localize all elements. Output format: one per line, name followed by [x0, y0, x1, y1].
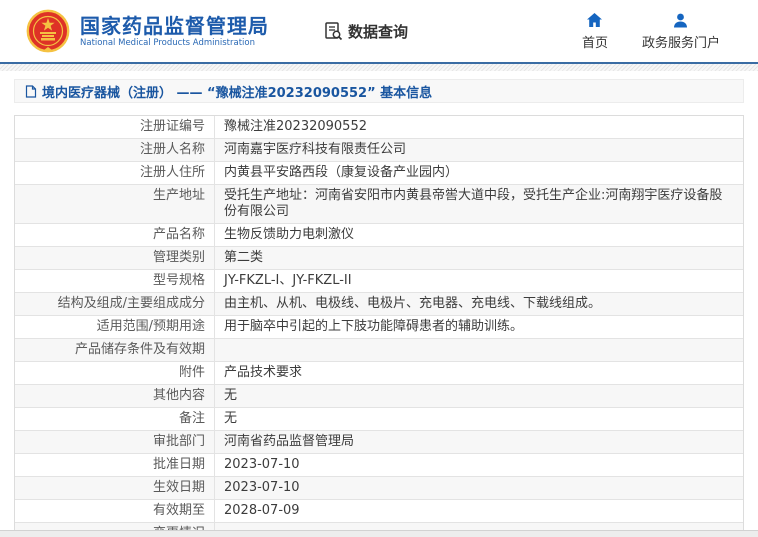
row-label: 审批部门: [15, 431, 215, 453]
breadcrumb: 境内医疗器械（注册） —— “豫械注准20232090552” 基本信息: [14, 79, 744, 103]
row-value: 2023-07-10: [215, 477, 743, 499]
table-row: 产品储存条件及有效期: [15, 339, 743, 362]
info-table-body: 注册证编号豫械注准20232090552注册人名称河南嘉宇医疗科技有限责任公司注…: [15, 116, 743, 537]
row-label: 型号规格: [15, 270, 215, 292]
row-value: 由主机、从机、电极线、电极片、充电器、充电线、下载线组成。: [215, 293, 743, 315]
table-row: 备注无: [15, 408, 743, 431]
row-value: 河南嘉宇医疗科技有限责任公司: [215, 139, 743, 161]
site-logo[interactable]: 国家药品监督管理局 National Medical Products Admi…: [26, 9, 269, 53]
row-value: 第二类: [215, 247, 743, 269]
row-label: 备注: [15, 408, 215, 430]
row-label: 注册人名称: [15, 139, 215, 161]
nav-gov-portal[interactable]: 政务服务门户: [642, 12, 720, 51]
row-value: 2028-07-09: [215, 500, 743, 522]
table-row: 适用范围/预期用途用于脑卒中引起的上下肢功能障碍患者的辅助训练。: [15, 316, 743, 339]
document-icon: [25, 85, 37, 98]
row-label: 注册人住所: [15, 162, 215, 184]
row-value: 无: [215, 408, 743, 430]
row-label: 结构及组成/主要组成成分: [15, 293, 215, 315]
site-title: 国家药品监督管理局: [80, 14, 269, 38]
row-value: JY-FKZL-I、JY-FKZL-II: [215, 270, 743, 292]
row-label: 注册证编号: [15, 116, 215, 138]
row-value: 生物反馈助力电刺激仪: [215, 224, 743, 246]
table-row: 批准日期2023-07-10: [15, 454, 743, 477]
home-icon: [586, 12, 603, 29]
page: 国家药品监督管理局 National Medical Products Admi…: [0, 0, 758, 537]
row-label: 批准日期: [15, 454, 215, 476]
table-row: 注册人名称河南嘉宇医疗科技有限责任公司: [15, 139, 743, 162]
site-title-block: 国家药品监督管理局 National Medical Products Admi…: [80, 14, 269, 49]
nav-home[interactable]: 首页: [582, 12, 608, 51]
national-emblem-icon: [26, 9, 70, 53]
table-row: 结构及组成/主要组成成分由主机、从机、电极线、电极片、充电器、充电线、下载线组成…: [15, 293, 743, 316]
row-value: [215, 339, 743, 361]
row-label: 生效日期: [15, 477, 215, 499]
table-row: 生产地址受托生产地址：河南省安阳市内黄县帝喾大道中段，受托生产企业:河南翔宇医疗…: [15, 185, 743, 224]
row-label: 附件: [15, 362, 215, 384]
table-row: 管理类别第二类: [15, 247, 743, 270]
row-value: 无: [215, 385, 743, 407]
table-row: 注册人住所内黄县平安路西段（康复设备产业园内）: [15, 162, 743, 185]
table-row: 其他内容无: [15, 385, 743, 408]
row-value: 2023-07-10: [215, 454, 743, 476]
row-value: 用于脑卒中引起的上下肢功能障碍患者的辅助训练。: [215, 316, 743, 338]
row-value: 豫械注准20232090552: [215, 116, 743, 138]
table-row: 型号规格JY-FKZL-I、JY-FKZL-II: [15, 270, 743, 293]
row-value: 受托生产地址：河南省安阳市内黄县帝喾大道中段，受托生产企业:河南翔宇医疗设备股份…: [215, 185, 743, 223]
row-label: 生产地址: [15, 185, 215, 223]
row-label: 其他内容: [15, 385, 215, 407]
user-icon: [672, 12, 689, 29]
row-label: 产品储存条件及有效期: [15, 339, 215, 361]
row-value: 产品技术要求: [215, 362, 743, 384]
info-table: 注册证编号豫械注准20232090552注册人名称河南嘉宇医疗科技有限责任公司注…: [14, 115, 744, 537]
site-header: 国家药品监督管理局 National Medical Products Admi…: [0, 0, 758, 62]
table-row: 生效日期2023-07-10: [15, 477, 743, 500]
row-label: 有效期至: [15, 500, 215, 522]
data-query-label: 数据查询: [348, 21, 408, 42]
data-query-nav[interactable]: 数据查询: [323, 21, 408, 42]
hatch-band: [0, 64, 758, 71]
row-value: 河南省药品监督管理局: [215, 431, 743, 453]
table-row: 产品名称生物反馈助力电刺激仪: [15, 224, 743, 247]
row-label: 适用范围/预期用途: [15, 316, 215, 338]
row-label: 产品名称: [15, 224, 215, 246]
nav-home-label: 首页: [582, 32, 608, 51]
document-search-icon: [323, 21, 343, 41]
row-label: 管理类别: [15, 247, 215, 269]
table-row: 审批部门河南省药品监督管理局: [15, 431, 743, 454]
row-value: 内黄县平安路西段（康复设备产业园内）: [215, 162, 743, 184]
table-row: 有效期至2028-07-09: [15, 500, 743, 523]
footer-strip: [0, 530, 758, 537]
site-subtitle: National Medical Products Administration: [80, 38, 269, 49]
page-title: 境内医疗器械（注册） —— “豫械注准20232090552” 基本信息: [42, 82, 432, 101]
table-row: 附件产品技术要求: [15, 362, 743, 385]
top-nav: 首页 政务服务门户: [582, 12, 738, 51]
nav-gov-portal-label: 政务服务门户: [642, 32, 720, 51]
table-row: 注册证编号豫械注准20232090552: [15, 116, 743, 139]
